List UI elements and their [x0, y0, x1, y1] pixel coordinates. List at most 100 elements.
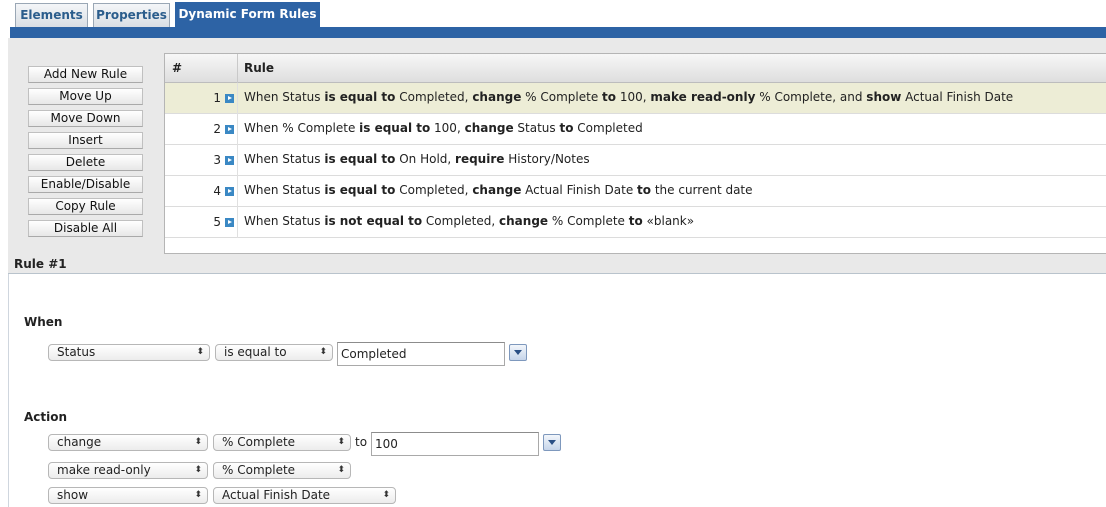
table-row[interactable]: 2 When % Complete is equal to 100, change…: [165, 114, 1106, 145]
updown-caret-icon: ⬍: [337, 437, 345, 447]
rule-keyword: to: [628, 214, 643, 228]
when-label: When: [24, 315, 63, 329]
row-number: 2: [213, 122, 221, 136]
rule-fragment: Actual Finish Date: [901, 90, 1014, 104]
insert-button[interactable]: Insert: [28, 132, 143, 149]
table-row[interactable]: 1 When Status is equal to Completed, chan…: [165, 83, 1106, 114]
add-new-rule-button[interactable]: Add New Rule: [28, 66, 143, 83]
tab-dynamic-form-rules[interactable]: Dynamic Form Rules: [175, 2, 320, 27]
table-row[interactable]: 3 When Status is equal to On Hold, requir…: [165, 145, 1106, 176]
rule-keyword: to: [637, 183, 652, 197]
rule-fragment: When Status: [244, 214, 325, 228]
row-number: 5: [213, 215, 221, 229]
tab-elements[interactable]: Elements: [15, 3, 88, 27]
rule-fragment: When Status: [244, 90, 325, 104]
enable-disable-button[interactable]: Enable/Disable: [28, 176, 143, 193]
rule-fragment: When Status: [244, 152, 325, 166]
move-down-button[interactable]: Move Down: [28, 110, 143, 127]
rule-fragment: On Hold,: [395, 152, 456, 166]
expand-arrow-icon[interactable]: [225, 125, 234, 134]
rule-fragment: 100,: [616, 90, 651, 104]
rule-fragment: When Status: [244, 183, 325, 197]
select-value: is equal to: [224, 345, 287, 359]
rule-keyword: change: [472, 183, 522, 197]
rule-fragment: 100,: [430, 121, 465, 135]
rule-text: When Status is equal to Completed, chang…: [244, 183, 753, 197]
rule-keyword: change: [472, 90, 522, 104]
select-value: make read-only: [57, 463, 151, 477]
expand-arrow-icon[interactable]: [225, 187, 234, 196]
select-value: show: [57, 488, 89, 502]
row-number: 3: [213, 153, 221, 167]
select-value: % Complete: [222, 463, 296, 477]
row-number: 1: [213, 91, 221, 105]
action-1-verb-select[interactable]: change ⬍: [48, 434, 208, 451]
action-2-verb-select[interactable]: make read-only ⬍: [48, 462, 208, 479]
expand-arrow-icon[interactable]: [225, 94, 234, 103]
column-separator: [237, 176, 238, 207]
action-3-field-select[interactable]: Actual Finish Date ⬍: [213, 487, 396, 504]
expand-arrow-icon[interactable]: [225, 156, 234, 165]
copy-rule-button[interactable]: Copy Rule: [28, 198, 143, 215]
tab-properties[interactable]: Properties: [93, 3, 170, 27]
rule-fragment: Completed: [573, 121, 643, 135]
rule-text: When % Complete is equal to 100, change …: [244, 121, 643, 135]
rule-fragment: the current date: [651, 183, 753, 197]
disable-all-button[interactable]: Disable All: [28, 220, 143, 237]
column-separator: [237, 114, 238, 145]
rule-fragment: When % Complete: [244, 121, 360, 135]
rule-keyword: show: [866, 90, 902, 104]
updown-caret-icon: ⬍: [196, 347, 204, 357]
rule-keyword: change: [464, 121, 514, 135]
updown-caret-icon: ⬍: [319, 347, 327, 357]
rule-fragment: «blank»: [642, 214, 695, 228]
when-operator-select[interactable]: is equal to ⬍: [215, 344, 333, 361]
action-3-verb-select[interactable]: show ⬍: [48, 487, 208, 504]
rule-fragment: Completed,: [422, 214, 500, 228]
table-row[interactable]: 5 When Status is not equal to Completed, …: [165, 207, 1106, 238]
tab-bar: Elements Properties Dynamic Form Rules: [0, 0, 1106, 38]
when-value-input[interactable]: Completed: [337, 342, 505, 366]
tab-underline: [10, 27, 1106, 38]
rule-fragment: Completed,: [395, 183, 473, 197]
rule-keyword: is equal to: [324, 152, 396, 166]
action-2-field-select[interactable]: % Complete ⬍: [213, 462, 351, 479]
chevron-down-icon[interactable]: [543, 434, 561, 451]
action-label: Action: [24, 410, 68, 424]
action-1-to-label: to: [355, 435, 368, 449]
rule-title-bar: [8, 254, 1106, 274]
rule-text: When Status is equal to Completed, chang…: [244, 90, 1013, 104]
move-up-button[interactable]: Move Up: [28, 88, 143, 105]
rule-keyword: is equal to: [324, 90, 396, 104]
when-field-select[interactable]: Status ⬍: [48, 344, 210, 361]
column-header-number[interactable]: #: [172, 61, 182, 75]
expand-arrow-icon[interactable]: [225, 218, 234, 227]
rule-text: When Status is not equal to Completed, c…: [244, 214, 694, 228]
rule-fragment: % Complete: [521, 90, 603, 104]
updown-caret-icon: ⬍: [194, 490, 202, 500]
column-separator: [237, 207, 238, 238]
table-row[interactable]: 4 When Status is equal to Completed, chan…: [165, 176, 1106, 207]
rule-keyword: make read-only: [650, 90, 756, 104]
updown-caret-icon: ⬍: [337, 465, 345, 475]
rule-fragment: History/Notes: [504, 152, 590, 166]
rule-keyword: is not equal to: [324, 214, 423, 228]
rule-fragment: % Complete: [548, 214, 629, 228]
delete-button[interactable]: Delete: [28, 154, 143, 171]
column-separator: [237, 145, 238, 176]
rule-text: When Status is equal to On Hold, require…: [244, 152, 590, 166]
rule-keyword: require: [455, 152, 505, 166]
chevron-down-icon[interactable]: [509, 344, 527, 361]
row-number: 4: [213, 184, 221, 198]
select-value: % Complete: [222, 435, 296, 449]
action-1-field-select[interactable]: % Complete ⬍: [213, 434, 351, 451]
action-1-value-input[interactable]: 100: [371, 432, 539, 456]
updown-caret-icon: ⬍: [194, 465, 202, 475]
column-header-rule[interactable]: Rule: [244, 61, 274, 75]
select-value: Status: [57, 345, 96, 359]
rules-grid: # Rule 1 When Status is equal to Complete…: [164, 53, 1106, 254]
updown-caret-icon: ⬍: [194, 437, 202, 447]
updown-caret-icon: ⬍: [382, 490, 390, 500]
column-separator: [237, 54, 238, 83]
rule-keyword: to: [559, 121, 574, 135]
